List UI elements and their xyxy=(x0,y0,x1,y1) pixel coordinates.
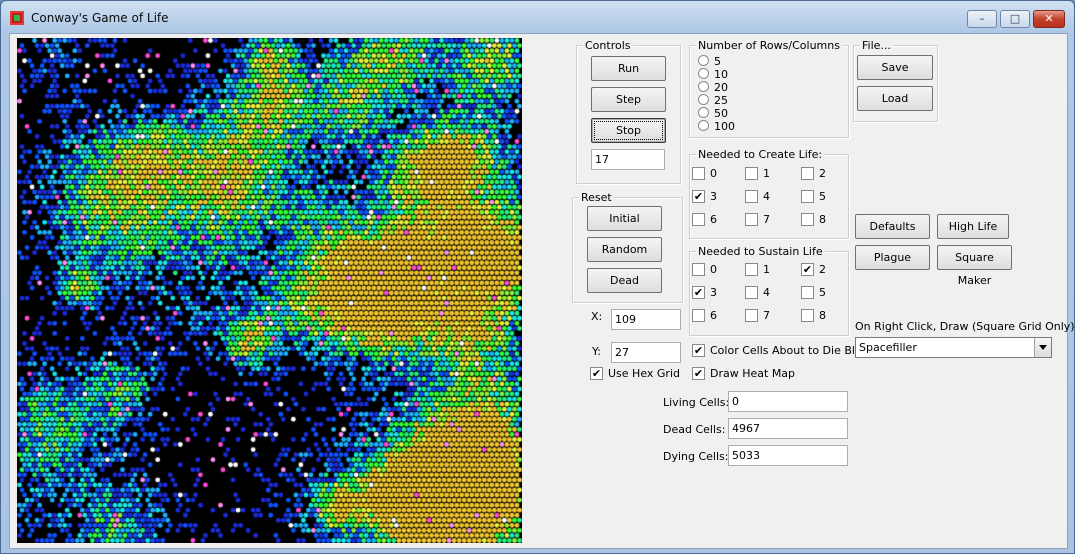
y-label: Y: xyxy=(592,345,601,358)
create-life-check-0 xyxy=(692,167,705,180)
create-life-check-6 xyxy=(692,213,705,226)
sustain-life-check-6 xyxy=(692,309,705,322)
save-button[interactable]: Save xyxy=(857,55,933,80)
sustain-life-check-0 xyxy=(692,263,705,276)
maximize-button[interactable]: □ xyxy=(1000,10,1030,28)
sustain-life-check-7 xyxy=(745,309,758,322)
y-input[interactable]: 27 xyxy=(611,342,681,363)
create-life-check-8 xyxy=(801,213,814,226)
minimize-button[interactable]: – xyxy=(967,10,997,28)
living-cells-label: Living Cells: xyxy=(663,396,730,409)
heat-map-check: ✔ xyxy=(692,367,705,380)
sustain-life-check-1 xyxy=(745,263,758,276)
rows-columns-group-title: Number of Rows/Columns xyxy=(696,39,842,52)
title-bar[interactable]: Conway's Game of Life – □ ✕ xyxy=(1,1,1074,33)
draw-shape-dropdown[interactable]: Spacefiller xyxy=(855,337,1052,358)
run-button[interactable]: Run xyxy=(591,56,666,81)
life-grid-canvas[interactable] xyxy=(17,38,522,543)
high-life-button[interactable]: High Life xyxy=(937,214,1009,239)
create-life-check-3: ✔ xyxy=(692,190,705,203)
load-button[interactable]: Load xyxy=(857,86,933,111)
create-life-check-2 xyxy=(801,167,814,180)
x-input[interactable]: 109 xyxy=(611,309,681,330)
create-life-check-1 xyxy=(745,167,758,180)
create-life-check-4 xyxy=(745,190,758,203)
window-title: Conway's Game of Life xyxy=(31,11,169,25)
dying-cells-value[interactable]: 5033 xyxy=(728,445,848,466)
file-group-title: File... xyxy=(860,39,893,52)
sustain-life-check-3: ✔ xyxy=(692,286,705,299)
draw-shape-selected: Spacefiller xyxy=(859,341,917,354)
square-maker-button[interactable]: Square Maker xyxy=(937,245,1012,287)
dying-cells-label: Dying Cells: xyxy=(663,450,729,463)
sustain-life-check-8 xyxy=(801,309,814,322)
reset-group-title: Reset xyxy=(579,191,614,204)
initial-button[interactable]: Initial xyxy=(587,206,662,231)
sustain-life-group-title: Needed to Sustain Life xyxy=(696,245,825,258)
app-icon xyxy=(10,11,24,25)
create-life-check-7 xyxy=(745,213,758,226)
use-hex-grid-check: ✔ xyxy=(590,367,603,380)
interval-input[interactable]: 17 xyxy=(591,149,665,170)
create-life-check-5 xyxy=(801,190,814,203)
dead-cells-label: Dead Cells: xyxy=(663,423,726,436)
sustain-life-check-4 xyxy=(745,286,758,299)
dead-button[interactable]: Dead xyxy=(587,268,662,293)
dead-cells-value[interactable]: 4967 xyxy=(728,418,848,439)
app-window: Conway's Game of Life – □ ✕ Controls Run… xyxy=(0,0,1075,554)
draw-shape-label: On Right Click, Draw (Square Grid Only): xyxy=(855,320,1075,333)
living-cells-value[interactable]: 0 xyxy=(728,391,848,412)
x-label: X: xyxy=(591,310,603,323)
rows-columns-group: Number of Rows/Columns xyxy=(689,39,849,138)
color-dying-check: ✔ xyxy=(692,344,705,357)
random-button[interactable]: Random xyxy=(587,237,662,262)
stop-button[interactable]: Stop xyxy=(591,118,666,143)
client-area: Controls Run Step Stop 17 Reset Initial … xyxy=(9,33,1075,549)
defaults-button[interactable]: Defaults xyxy=(855,214,930,239)
plague-button[interactable]: Plague xyxy=(855,245,930,270)
close-button[interactable]: ✕ xyxy=(1033,10,1065,28)
controls-group-title: Controls xyxy=(583,39,633,52)
sustain-life-check-5 xyxy=(801,286,814,299)
step-button[interactable]: Step xyxy=(591,87,666,112)
chevron-down-icon[interactable] xyxy=(1034,338,1051,357)
sustain-life-check-2: ✔ xyxy=(801,263,814,276)
create-life-group-title: Needed to Create Life: xyxy=(696,148,825,161)
